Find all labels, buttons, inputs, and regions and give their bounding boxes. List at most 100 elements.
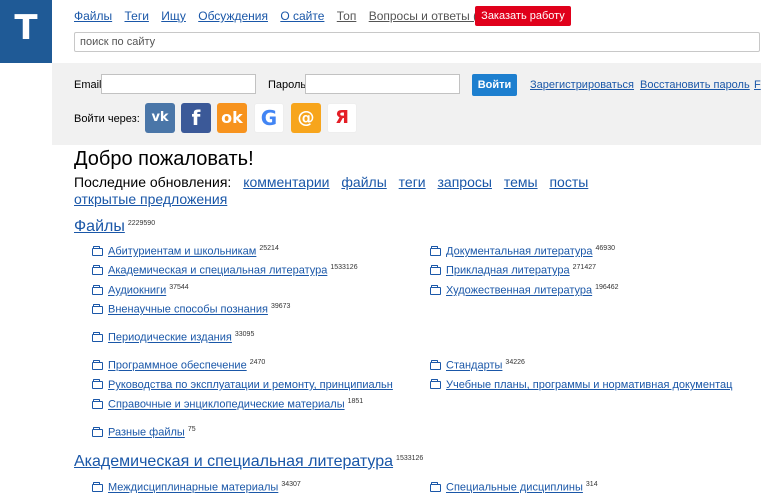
- search-input[interactable]: [74, 32, 760, 52]
- login-via-label: Войти через:: [74, 113, 140, 125]
- category-count: 34226: [505, 359, 525, 366]
- academic-count: 1533126: [396, 454, 424, 462]
- category-item: Вненаучные способы познания 39673: [92, 303, 290, 316]
- latest-updates: Последние обновления: комментарии файлы …: [74, 174, 614, 208]
- category-link[interactable]: Учебные планы, программы и нормативная д…: [446, 379, 732, 391]
- folder-icon: [92, 284, 103, 295]
- category-link[interactable]: Разные файлы: [108, 427, 185, 439]
- category-item: Руководства по эксплуатации и ремонту, п…: [92, 379, 393, 391]
- files-title-link[interactable]: Файлы: [74, 218, 125, 235]
- nav-files[interactable]: Файлы: [74, 9, 112, 23]
- category-count: 37544: [169, 284, 189, 291]
- nav-discussions[interactable]: Обсуждения: [198, 9, 268, 23]
- category-link[interactable]: Стандарты: [446, 360, 502, 372]
- folder-icon: [430, 379, 441, 390]
- category-link[interactable]: Художественная литература: [446, 285, 592, 297]
- google-icon[interactable]: G: [254, 103, 284, 133]
- folder-icon: [430, 284, 441, 295]
- updates-topics-link[interactable]: темы: [504, 174, 538, 190]
- category-count: 271427: [572, 264, 596, 271]
- category-item: Междисциплинарные материалы 34307: [92, 481, 301, 494]
- category-item: Периодические издания 33095: [92, 331, 254, 344]
- folder-icon: [430, 245, 441, 256]
- updates-offers-link[interactable]: открытые предложения: [74, 191, 227, 207]
- category-count: 2470: [249, 359, 266, 366]
- category-count: 39673: [270, 303, 291, 310]
- register-link[interactable]: Зарегистрироваться: [530, 79, 634, 91]
- nav-top[interactable]: Топ: [337, 9, 357, 23]
- updates-tags-link[interactable]: теги: [399, 174, 426, 190]
- folder-icon: [92, 359, 103, 370]
- category-count: 196462: [595, 284, 619, 291]
- odnoklassniki-icon[interactable]: ok: [217, 103, 247, 133]
- category-link[interactable]: Прикладная литература: [446, 265, 570, 277]
- yandex-icon[interactable]: Я: [327, 103, 357, 133]
- cut-link[interactable]: F: [754, 79, 761, 91]
- email-field[interactable]: [101, 74, 256, 94]
- category-count: 25214: [259, 245, 279, 252]
- category-item: Специальные дисциплины 314: [430, 481, 598, 494]
- site-logo[interactable]: T: [0, 0, 52, 63]
- category-link[interactable]: Вненаучные способы познания: [108, 304, 268, 316]
- academic-section-title: Академическая и специальная литература 15…: [74, 453, 423, 471]
- updates-label: Последние обновления:: [74, 174, 232, 190]
- files-section-title: Файлы 2229590: [74, 218, 155, 236]
- category-link[interactable]: Руководства по эксплуатации и ремонту, п…: [108, 379, 393, 391]
- category-link[interactable]: Периодические издания: [108, 332, 232, 344]
- logo-letter: T: [14, 8, 38, 48]
- password-field[interactable]: [305, 74, 460, 94]
- folder-icon: [92, 331, 103, 342]
- folder-icon: [92, 379, 103, 390]
- category-item: Справочные и энциклопедические материалы…: [92, 398, 363, 411]
- files-count: 2229590: [127, 219, 156, 227]
- email-label: Email: [74, 79, 102, 91]
- welcome-heading: Добро пожаловать!: [74, 148, 254, 170]
- academic-title-link[interactable]: Академическая и специальная литература: [74, 453, 393, 470]
- category-item: Разные файлы 75: [92, 426, 196, 439]
- category-count: 46930: [595, 245, 615, 252]
- updates-comments-link[interactable]: комментарии: [243, 174, 329, 190]
- login-button[interactable]: Войти: [472, 74, 517, 96]
- category-count: 34307: [281, 481, 301, 488]
- category-count: 1533126: [330, 264, 358, 271]
- category-item: Абитуриентам и школьникам 25214: [92, 245, 279, 258]
- nav-wanted[interactable]: Ищу: [161, 9, 186, 23]
- nav-about[interactable]: О сайте: [280, 9, 324, 23]
- category-link[interactable]: Специальные дисциплины: [446, 482, 583, 494]
- folder-icon: [430, 264, 441, 275]
- updates-requests-link[interactable]: запросы: [438, 174, 492, 190]
- category-link[interactable]: Программное обеспечение: [108, 360, 247, 372]
- category-count: 33095: [234, 331, 255, 338]
- category-link[interactable]: Документальная литература: [446, 246, 593, 258]
- category-item: Академическая и специальная литература 15…: [92, 264, 358, 277]
- category-link[interactable]: Междисциплинарные материалы: [108, 482, 278, 494]
- vk-icon[interactable]: vk: [145, 103, 175, 133]
- category-count: 314: [585, 481, 598, 488]
- category-link[interactable]: Аудиокниги: [108, 285, 166, 297]
- folder-icon: [92, 481, 103, 492]
- category-item: Аудиокниги 37544: [92, 284, 189, 297]
- category-item: Художественная литература 196462: [430, 284, 619, 297]
- folder-icon: [430, 359, 441, 370]
- restore-password-link[interactable]: Восстановить пароль: [640, 79, 750, 91]
- folder-icon: [92, 426, 103, 437]
- nav-tags[interactable]: Теги: [124, 9, 148, 23]
- folder-icon: [92, 264, 103, 275]
- category-item: Прикладная литература 271427: [430, 264, 596, 277]
- category-link[interactable]: Академическая и специальная литература: [108, 265, 327, 277]
- category-count: 75: [187, 426, 196, 433]
- folder-icon: [92, 303, 103, 314]
- category-count: 1851: [347, 398, 364, 405]
- password-label: Пароль: [268, 79, 307, 91]
- facebook-icon[interactable]: f: [181, 103, 211, 133]
- order-work-button[interactable]: Заказать работу: [475, 6, 571, 26]
- mailru-icon[interactable]: @: [291, 103, 321, 133]
- folder-icon: [430, 481, 441, 492]
- top-nav: Файлы Теги Ищу Обсуждения О сайте Топ Во…: [74, 9, 514, 23]
- category-item: Учебные планы, программы и нормативная д…: [430, 379, 761, 391]
- folder-icon: [92, 245, 103, 256]
- updates-posts-link[interactable]: посты: [549, 174, 588, 190]
- category-link[interactable]: Абитуриентам и школьникам: [108, 246, 256, 258]
- updates-files-link[interactable]: файлы: [341, 174, 386, 190]
- category-link[interactable]: Справочные и энциклопедические материалы: [108, 399, 345, 411]
